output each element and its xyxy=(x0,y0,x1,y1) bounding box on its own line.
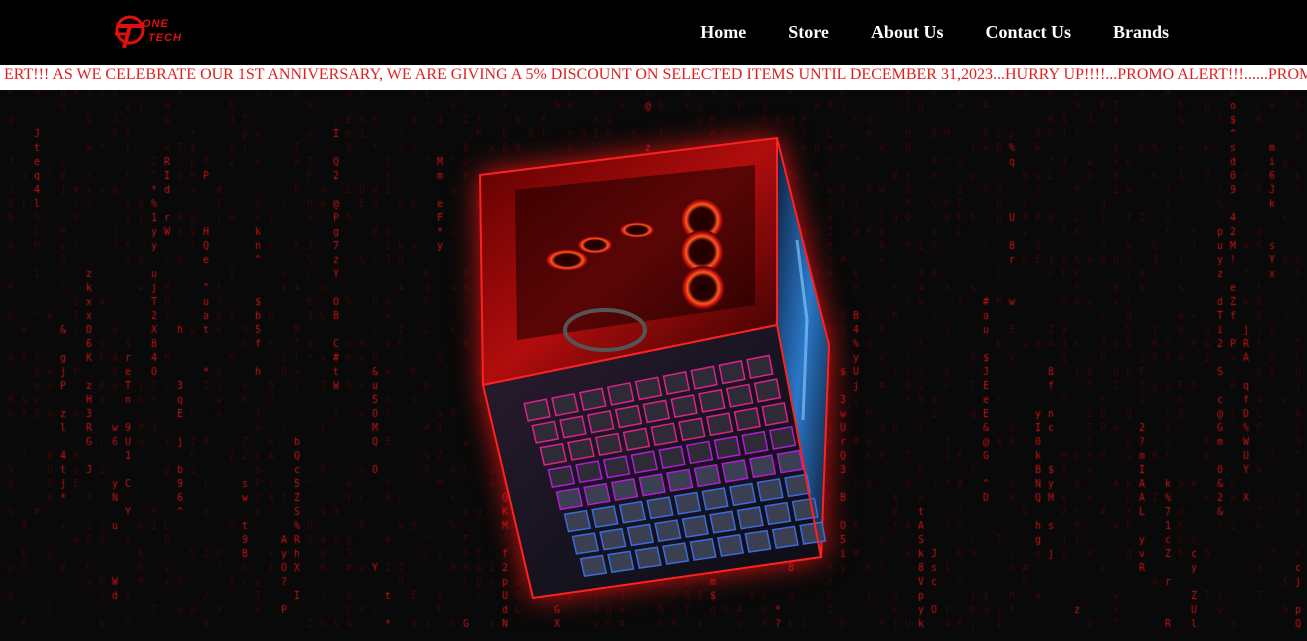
keyboard-key xyxy=(539,442,568,466)
keyboard-key xyxy=(591,505,619,529)
keyboard-key xyxy=(638,473,666,497)
keyboard-key xyxy=(630,450,659,474)
keyboard-key xyxy=(634,546,662,569)
keyboard-key xyxy=(746,354,774,380)
keyboard-key xyxy=(673,491,702,515)
keyboard-key xyxy=(744,529,772,553)
keyboard-key xyxy=(579,554,608,577)
keyboard-key xyxy=(626,523,655,547)
keyboard-key xyxy=(622,427,651,452)
nav-home[interactable]: Home xyxy=(700,22,746,43)
keyboard-key xyxy=(698,388,726,413)
nav-menu: Home Store About Us Contact Us Brands xyxy=(700,0,1169,65)
keyboard-key xyxy=(662,542,690,565)
product-cube[interactable] xyxy=(455,120,845,610)
keyboard-key xyxy=(567,437,595,461)
keyboard-key xyxy=(610,478,639,502)
keyboard-key xyxy=(681,514,709,538)
keyboard-key xyxy=(559,415,587,439)
keyboard-key xyxy=(606,381,635,406)
keyboard-key xyxy=(701,487,729,511)
nav-brands[interactable]: Brands xyxy=(1113,22,1169,43)
keyboard-key xyxy=(670,394,698,419)
keyboard-key xyxy=(769,425,797,450)
keyboard-key xyxy=(690,365,718,390)
keyboard-key xyxy=(756,478,784,502)
logo-text-line2: TECH xyxy=(148,32,182,44)
keyboard-key xyxy=(741,430,769,455)
keyboard-key xyxy=(575,460,603,484)
keyboard-key xyxy=(705,412,734,437)
keyboard-key xyxy=(607,550,635,573)
nav-store[interactable]: Store xyxy=(788,22,829,43)
promo-text: ERT!!! AS WE CELEBRATE OUR 1ST ANNIVERSA… xyxy=(4,66,1307,83)
keyboard-key xyxy=(753,378,782,403)
keyboard-key xyxy=(689,538,717,561)
keyboard-key xyxy=(718,360,746,385)
keyboard-key xyxy=(583,482,611,506)
keyboard-key xyxy=(776,449,804,474)
keyboard-key xyxy=(646,496,674,520)
keyboard-key xyxy=(662,371,691,396)
keyboard-key xyxy=(716,533,745,557)
keyboard-key xyxy=(693,463,721,488)
keyboard-key xyxy=(618,500,647,524)
keyboard-key xyxy=(761,402,789,427)
keyboard-key xyxy=(678,417,706,442)
keyboard-key xyxy=(764,501,792,526)
keyboard-key xyxy=(614,404,643,429)
keyboard-key xyxy=(634,376,663,401)
keyboard-key xyxy=(587,410,615,434)
nav-contact-us[interactable]: Contact Us xyxy=(985,22,1071,43)
nav-about-us[interactable]: About Us xyxy=(871,22,944,43)
keyboard-key xyxy=(729,482,757,507)
logo-text-line1: ONE xyxy=(142,18,169,30)
keyboard-key xyxy=(563,509,592,533)
navbar: ONE TECH Home Store About Us Contact Us … xyxy=(0,0,1307,65)
keyboard-key xyxy=(579,387,607,412)
keyboard-key xyxy=(721,459,749,483)
keyboard-key xyxy=(658,445,686,469)
keyboard-key xyxy=(726,383,754,408)
keyboard-key xyxy=(799,521,827,545)
keyboard-key xyxy=(666,468,694,492)
keyboard-key xyxy=(685,440,714,465)
keyboard-key xyxy=(771,525,799,549)
keyboard-key xyxy=(523,398,551,422)
keyboard-key xyxy=(709,510,737,534)
keyboard-key xyxy=(599,527,627,551)
keyboard-key xyxy=(555,487,584,511)
keyboard-key xyxy=(547,465,576,489)
keyboard-key xyxy=(594,432,623,456)
keyboard-key xyxy=(713,435,741,460)
keyboard-key xyxy=(654,519,682,543)
keyboard-key xyxy=(650,422,678,447)
keyboard-key xyxy=(551,392,579,417)
keyboard-key xyxy=(748,454,777,479)
promo-marquee: ERT!!! AS WE CELEBRATE OUR 1ST ANNIVERSA… xyxy=(0,65,1307,90)
keyboard-key xyxy=(733,407,761,432)
brand-logo[interactable]: ONE TECH xyxy=(112,12,202,52)
keyboard-key xyxy=(602,455,631,479)
cube-graphic xyxy=(478,136,831,600)
keyboard-key xyxy=(642,399,671,424)
keyboard-key xyxy=(531,420,560,444)
keyboard-key xyxy=(736,506,764,530)
keyboard-key xyxy=(571,532,600,555)
